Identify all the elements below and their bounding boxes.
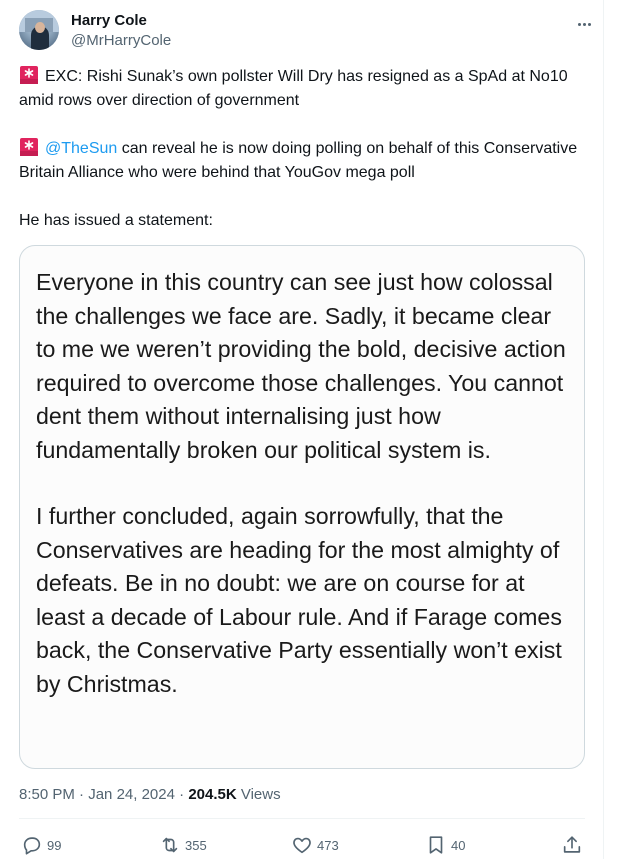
like-count: 473: [317, 837, 339, 853]
siren-icon: [19, 65, 39, 85]
statement-text: Everyone in this country can see just ho…: [36, 266, 576, 701]
statement-paragraph-1: Everyone in this country can see just ho…: [36, 269, 566, 463]
statement-paragraph-2: I further concluded, again sorrowfully, …: [36, 503, 562, 697]
bookmark-count: 40: [451, 837, 466, 853]
reply-count: 99: [47, 837, 62, 853]
reply-button[interactable]: 99: [21, 832, 61, 858]
tweet-container: Harry Cole @MrHarryCole EXC: Rishi Sunak…: [0, 0, 604, 859]
meta-separator: ·: [74, 786, 89, 803]
tweet-paragraph-3: He has issued a statement:: [19, 212, 213, 229]
statement-image[interactable]: Everyone in this country can see just ho…: [19, 245, 585, 769]
more-options-icon[interactable]: [574, 14, 594, 34]
bookmark-icon: [425, 834, 447, 856]
action-bar: 99 355 473 40: [19, 832, 585, 858]
views-count: 204.5K: [188, 786, 237, 803]
bookmark-button[interactable]: 40: [425, 832, 465, 858]
tweet-meta: 8:50 PM · Jan 24, 2024 · 204.5K Views: [19, 785, 281, 805]
meta-separator: ·: [174, 786, 189, 803]
avatar[interactable]: [19, 10, 59, 50]
views-label: Views: [236, 786, 281, 803]
tweet-date[interactable]: Jan 24, 2024: [88, 786, 175, 803]
author-display-name[interactable]: Harry Cole: [71, 11, 171, 31]
siren-icon: [19, 137, 39, 157]
share-button[interactable]: [561, 832, 583, 858]
repost-button[interactable]: 355: [159, 832, 207, 858]
tweet-paragraph-2: @TheSun can reveal he is now doing polli…: [19, 137, 589, 185]
tweet-header: Harry Cole @MrHarryCole: [19, 10, 594, 52]
heart-icon: [291, 834, 313, 856]
author-handle[interactable]: @MrHarryCole: [71, 31, 171, 51]
like-button[interactable]: 473: [291, 832, 339, 858]
mention-link[interactable]: @TheSun: [45, 140, 117, 157]
reply-icon: [21, 834, 43, 856]
tweet-paragraph-1-text: EXC: Rishi Sunak’s own pollster Will Dry…: [19, 68, 568, 109]
author-info: Harry Cole @MrHarryCole: [71, 11, 171, 51]
tweet-time[interactable]: 8:50 PM: [19, 786, 75, 803]
tweet-paragraph-1: EXC: Rishi Sunak’s own pollster Will Dry…: [19, 65, 589, 113]
repost-icon: [159, 834, 181, 856]
share-icon: [561, 834, 583, 856]
repost-count: 355: [185, 837, 207, 853]
divider: [19, 818, 585, 819]
